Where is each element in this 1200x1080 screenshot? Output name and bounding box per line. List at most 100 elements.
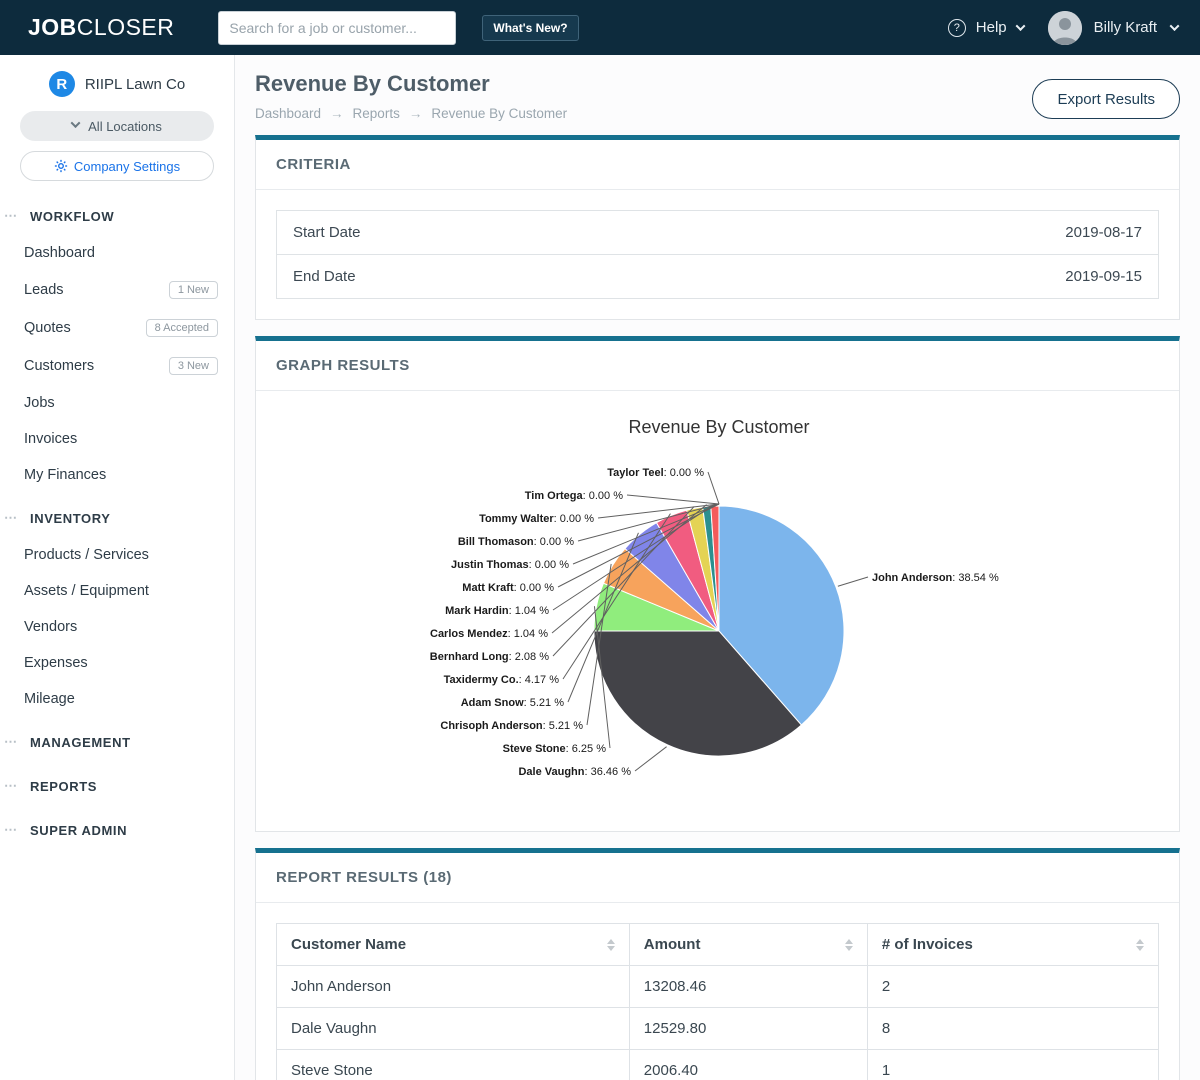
chevron-down-icon[interactable]	[1015, 21, 1025, 31]
report-panel-title: REPORT RESULTS (18)	[256, 853, 1179, 903]
sidebar-item-vendors[interactable]: Vendors	[0, 609, 234, 645]
chevron-down-icon[interactable]	[1170, 21, 1180, 31]
user-menu[interactable]: Billy Kraft	[1094, 19, 1157, 36]
pie-label-justin-thomas: Justin Thomas: 0.00 %	[451, 559, 569, 571]
sidebar-section-super-admin[interactable]: ⋯SUPER ADMIN	[0, 811, 234, 849]
sidebar-item-label: Mileage	[24, 691, 75, 707]
breadcrumb-item[interactable]: Dashboard	[255, 106, 321, 121]
sidebar-item-assets-equipment[interactable]: Assets / Equipment	[0, 573, 234, 609]
sidebar-item-mileage[interactable]: Mileage	[0, 681, 234, 717]
drag-handle-icon: ⋯	[4, 208, 20, 224]
criteria-row-start-date: Start Date2019-08-17	[277, 211, 1158, 254]
sort-icon	[845, 939, 853, 951]
logo-light: CLOSER	[77, 14, 175, 40]
sidebar-item-label: Invoices	[24, 431, 77, 447]
drag-handle-icon: ⋯	[4, 778, 20, 794]
sidebar-nav: ⋯ WORKFLOW DashboardLeads1 NewQuotes8 Acce…	[0, 197, 234, 849]
sidebar-item-jobs[interactable]: Jobs	[0, 385, 234, 421]
pie-label-steve-stone: Steve Stone: 6.25 %	[503, 743, 607, 755]
column-label: Customer Name	[291, 936, 406, 953]
pie-label-john-anderson: John Anderson: 38.54 %	[872, 572, 999, 584]
sidebar-section-reports[interactable]: ⋯ REPORTS	[0, 767, 234, 805]
help-menu[interactable]: Help	[976, 19, 1007, 36]
pie-label-adam-snow: Adam Snow: 5.21 %	[461, 697, 565, 709]
criteria-row-end-date: End Date 2019-09-15	[277, 254, 1158, 298]
sort-icon	[1136, 939, 1144, 951]
criteria-panel-title: CRITERIA	[256, 140, 1179, 190]
sidebar-item-invoices[interactable]: Invoices	[0, 421, 234, 457]
logo-bold: JOB	[28, 14, 77, 40]
label-connector-line	[627, 495, 719, 504]
pie-label-bernhard-long: Bernhard Long: 2.08 %	[430, 651, 549, 663]
export-results-button[interactable]: Export Results	[1032, 79, 1180, 119]
column-label: # of Invoices	[882, 936, 973, 953]
sidebar-item-my-finances[interactable]: My Finances	[0, 457, 234, 493]
locations-label: All Locations	[88, 119, 162, 134]
sidebar-item-products-services[interactable]: Products / Services	[0, 537, 234, 573]
revenue-pie-chart: Revenue By CustomerTaylor Teel: 0.00 %Ti…	[256, 391, 1179, 831]
pie-label-carlos-mendez: Carlos Mendez: 1.04 %	[430, 628, 548, 640]
drag-handle-icon: ⋯	[4, 734, 20, 750]
sidebar-item-dashboard[interactable]: Dashboard	[0, 235, 234, 271]
sidebar-item-expenses[interactable]: Expenses	[0, 645, 234, 681]
company-name: RIIPL Lawn Co	[85, 76, 185, 93]
table-cell: 1	[867, 1050, 1158, 1080]
chart-title: Revenue By Customer	[628, 417, 809, 437]
table-row: John Anderson13208.462	[277, 966, 1159, 1008]
report-table: Customer Name Amount # of Invoices John An…	[276, 923, 1159, 1080]
sidebar-item-label: Expenses	[24, 655, 88, 671]
search-input[interactable]	[218, 11, 456, 45]
report-results-panel: REPORT RESULTS (18) Customer Name Amount #…	[255, 848, 1180, 1080]
table-cell: 2006.40	[629, 1050, 867, 1080]
column-header-of-invoices[interactable]: # of Invoices	[867, 924, 1158, 966]
table-cell: 2	[867, 966, 1158, 1008]
column-header-customer-name[interactable]: Customer Name	[277, 924, 630, 966]
locations-dropdown[interactable]: All Locations	[20, 111, 214, 141]
sidebar-section-workflow[interactable]: ⋯ WORKFLOW	[0, 197, 234, 235]
sidebar: R RIIPL Lawn Co All Locations Company Se…	[0, 55, 235, 1080]
section-label: MANAGEMENT	[30, 735, 131, 750]
page-title: Revenue By Customer	[255, 71, 567, 97]
company-settings-button[interactable]: Company Settings	[20, 151, 214, 181]
table-cell: John Anderson	[277, 966, 630, 1008]
criteria-value: 2019-09-15	[1065, 268, 1142, 285]
graph-panel-title: GRAPH RESULTS	[256, 341, 1179, 391]
navbar-right: ? Help Billy Kraft	[948, 11, 1178, 45]
sidebar-item-leads[interactable]: Leads1 New	[0, 271, 234, 309]
avatar[interactable]	[1048, 11, 1082, 45]
pie-label-taxidermy-co: Taxidermy Co.: 4.17 %	[444, 674, 560, 686]
label-connector-line	[635, 747, 667, 771]
sidebar-item-label: Assets / Equipment	[24, 583, 149, 599]
graph-results-panel: GRAPH RESULTS Revenue By CustomerTaylor …	[255, 336, 1180, 832]
table-row: Dale Vaughn12529.808	[277, 1008, 1159, 1050]
company-logo-icon: R	[49, 71, 75, 97]
breadcrumb-arrow-icon: →	[330, 106, 344, 121]
sidebar-item-customers[interactable]: Customers3 New	[0, 347, 234, 385]
section-label: INVENTORY	[30, 511, 111, 526]
app-logo[interactable]: JOBCLOSER	[28, 14, 174, 41]
sidebar-item-label: Leads	[24, 282, 64, 298]
table-row: Steve Stone2006.401	[277, 1050, 1159, 1080]
table-cell: 8	[867, 1008, 1158, 1050]
drag-handle-icon: ⋯	[4, 510, 20, 526]
sidebar-item-quotes[interactable]: Quotes8 Accepted	[0, 309, 234, 347]
report-table-head-row: Customer Name Amount # of Invoices	[277, 924, 1159, 966]
main-content: Revenue By Customer Dashboard→Reports→Re…	[235, 55, 1200, 1080]
criteria-table: Start Date2019-08-17 End Date 2019-09-15	[276, 210, 1159, 299]
chart-area: Revenue By CustomerTaylor Teel: 0.00 %Ti…	[256, 391, 1179, 831]
status-badge: 3 New	[169, 357, 218, 375]
avatar-image	[1048, 11, 1082, 45]
sidebar-section-management[interactable]: ⋯ MANAGEMENT	[0, 723, 234, 761]
gear-icon	[54, 159, 68, 173]
column-header-amount[interactable]: Amount	[629, 924, 867, 966]
sidebar-section-inventory[interactable]: ⋯ INVENTORY	[0, 499, 234, 537]
whats-new-button[interactable]: What's New?	[482, 15, 578, 41]
section-label: WORKFLOW	[30, 209, 114, 224]
company-header[interactable]: R RIIPL Lawn Co	[0, 71, 234, 111]
criteria-label: End Date	[293, 268, 356, 285]
company-settings-label: Company Settings	[74, 159, 180, 174]
breadcrumb-item[interactable]: Reports	[353, 106, 400, 121]
section-label: SUPER ADMIN	[30, 823, 127, 838]
section-label: REPORTS	[30, 779, 97, 794]
table-cell: 13208.46	[629, 966, 867, 1008]
